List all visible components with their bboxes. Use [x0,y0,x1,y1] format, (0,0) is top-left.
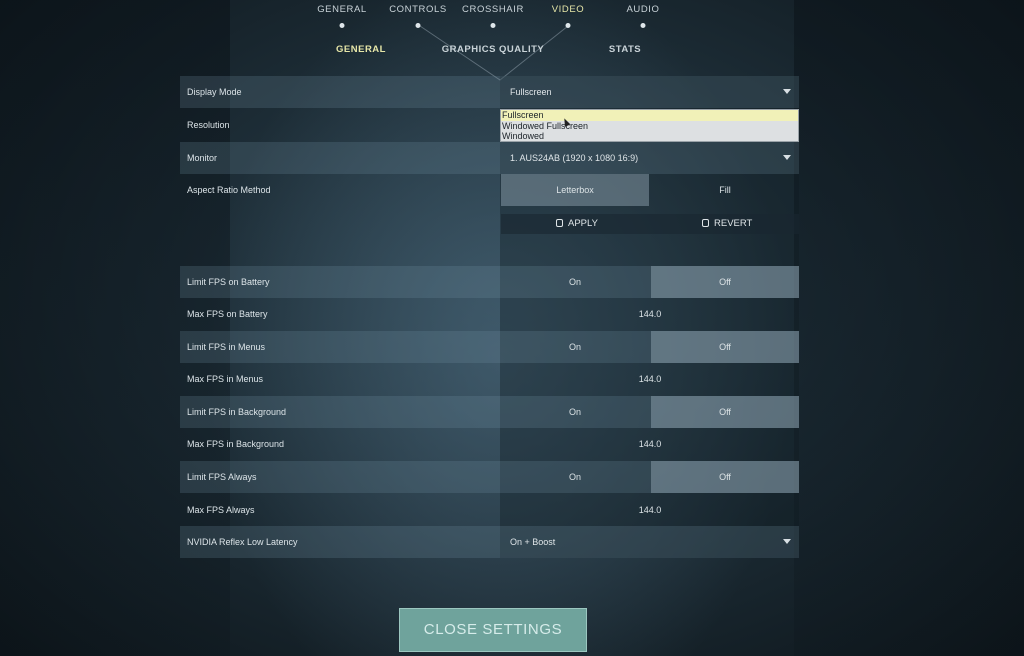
dropdown-option-windowed[interactable]: Windowed [501,131,798,142]
setting-row-monitor: Monitor 1. AUS24AB (1920 x 1080 16:9) [180,142,799,174]
apply-label: APPLY [568,218,598,229]
max-fps-menus-value[interactable]: 144.0 [501,363,799,395]
on-option[interactable]: On [501,266,649,298]
setting-label: NVIDIA Reflex Low Latency [187,537,298,547]
setting-row-nvidia-reflex: NVIDIA Reflex Low Latency On + Boost [180,526,799,558]
setting-row-limit-fps-battery: Limit FPS on Battery On Off [180,266,799,298]
chevron-down-icon [783,539,791,544]
max-fps-battery-value[interactable]: 144.0 [501,298,799,330]
dropdown-option-windowed-fullscreen[interactable]: Windowed Fullscreen [501,121,798,132]
setting-row-limit-fps-background: Limit FPS in Background On Off [180,396,799,428]
setting-row-max-fps-battery: Max FPS on Battery 144.0 [180,298,799,330]
top-tab-bar: GENERAL CONTROLS CROSSHAIR VIDEO AUDIO [0,0,1024,30]
tab-audio[interactable]: AUDIO [626,4,659,15]
on-option[interactable]: On [501,331,649,363]
on-option[interactable]: On [501,461,649,493]
close-settings-button[interactable]: CLOSE SETTINGS [399,608,587,652]
setting-label: Display Mode [187,87,242,97]
apply-revert-bar: APPLY REVERT [501,214,799,234]
off-option[interactable]: Off [651,396,799,428]
subtab-general[interactable]: GENERAL [336,44,386,55]
fill-option[interactable]: Fill [651,174,799,206]
lock-icon [556,219,563,227]
tab-indicator-dot [339,23,345,28]
tab-controls[interactable]: CONTROLS [389,4,447,15]
monitor-select[interactable]: 1. AUS24AB (1920 x 1080 16:9) [501,142,799,174]
select-value: 1. AUS24AB (1920 x 1080 16:9) [510,153,639,163]
lock-icon [702,219,709,227]
setting-row-limit-fps-menus: Limit FPS in Menus On Off [180,331,799,363]
max-fps-always-value[interactable]: 144.0 [501,494,799,526]
on-option[interactable]: On [501,396,649,428]
select-value: On + Boost [510,537,556,547]
setting-label: Max FPS on Battery [187,309,268,319]
chevron-down-icon [783,89,791,94]
tab-video[interactable]: VIDEO [552,4,585,15]
setting-label: Limit FPS Always [187,472,257,482]
revert-label: REVERT [714,218,753,229]
setting-label: Limit FPS in Background [187,407,287,417]
setting-row-max-fps-menus: Max FPS in Menus 144.0 [180,363,799,395]
setting-row-max-fps-background: Max FPS in Background 144.0 [180,428,799,460]
setting-label: Max FPS in Background [187,439,285,449]
setting-row-max-fps-always: Max FPS Always 144.0 [180,494,799,526]
subtab-stats[interactable]: STATS [609,44,641,55]
tab-general[interactable]: GENERAL [317,4,367,15]
setting-label: Limit FPS in Menus [187,342,266,352]
nvidia-reflex-select[interactable]: On + Boost [501,526,799,558]
subtab-graphics-quality[interactable]: GRAPHICS QUALITY [442,44,544,55]
setting-row-display-mode: Display Mode Fullscreen [180,76,799,108]
setting-label: Max FPS in Menus [187,374,264,384]
display-mode-dropdown-list: Fullscreen Windowed Fullscreen Windowed [500,109,799,142]
setting-label: Max FPS Always [187,505,255,515]
letterbox-option[interactable]: Letterbox [501,174,649,206]
off-option[interactable]: Off [651,266,799,298]
apply-button[interactable]: APPLY [556,214,598,234]
chevron-down-icon [783,155,791,160]
tab-indicator-dot [565,23,571,28]
setting-label: Limit FPS on Battery [187,277,270,287]
tab-crosshair[interactable]: CROSSHAIR [462,4,524,15]
max-fps-background-value[interactable]: 144.0 [501,428,799,460]
tab-indicator-dot [415,23,421,28]
display-mode-select[interactable]: Fullscreen [501,76,799,108]
off-option[interactable]: Off [651,331,799,363]
select-value: Fullscreen [510,87,552,97]
sub-tab-bar: GENERAL GRAPHICS QUALITY STATS [0,44,1024,64]
off-option[interactable]: Off [651,461,799,493]
setting-row-limit-fps-always: Limit FPS Always On Off [180,461,799,493]
setting-label: Resolution [187,120,230,130]
setting-label: Aspect Ratio Method [187,185,271,195]
tab-indicator-dot [640,23,646,28]
dropdown-option-fullscreen[interactable]: Fullscreen [501,110,798,121]
setting-row-aspect-ratio: Aspect Ratio Method Letterbox Fill [180,174,799,206]
revert-button[interactable]: REVERT [702,214,752,234]
setting-label: Monitor [187,153,218,163]
tab-indicator-dot [490,23,496,28]
